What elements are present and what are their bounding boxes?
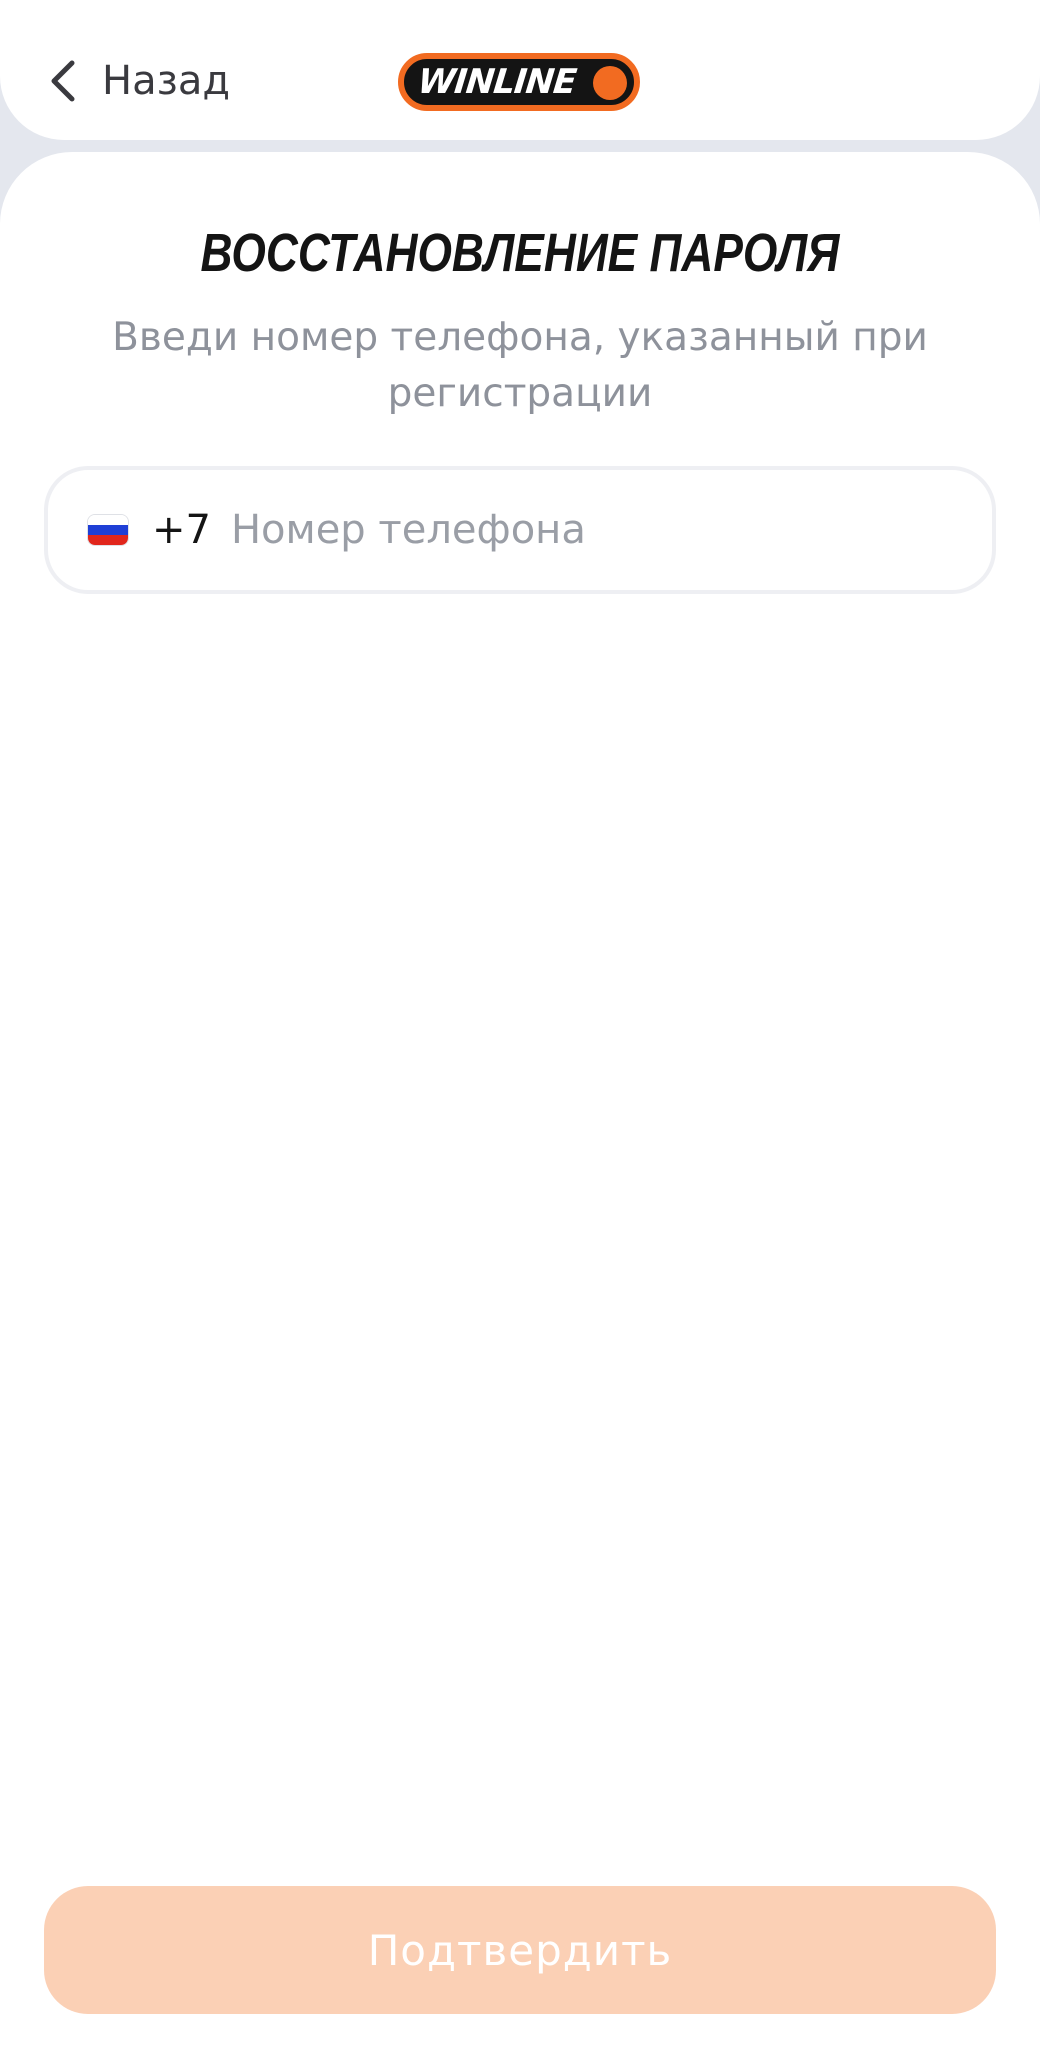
main-card <box>0 152 1040 2048</box>
top-bar: Назад WINLINE <box>0 0 1040 140</box>
back-button[interactable]: Назад <box>48 52 230 110</box>
russia-flag-icon <box>88 515 128 545</box>
winline-logo: WINLINE <box>398 53 640 111</box>
page-subtitle: Введи номер телефона, указанный при реги… <box>112 315 928 416</box>
chevron-left-icon <box>51 60 75 102</box>
phone-field[interactable]: +7 <box>44 466 996 594</box>
page-title: ВОССТАНОВЛЕНИЕ ПАРОЛЯ <box>200 223 840 283</box>
back-label: Назад <box>102 58 231 104</box>
logo-text: WINLINE <box>415 62 578 102</box>
confirm-button[interactable]: Подтвердить <box>44 1886 996 2014</box>
logo-dot <box>593 66 627 100</box>
country-code: +7 <box>152 507 211 553</box>
phone-input[interactable] <box>230 507 931 553</box>
